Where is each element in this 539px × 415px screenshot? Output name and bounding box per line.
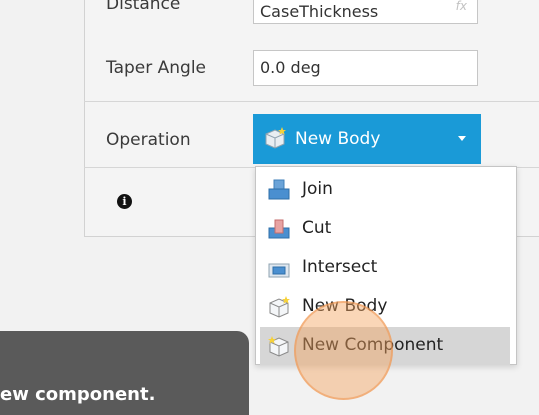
operation-dropdown[interactable]: New Body bbox=[253, 114, 481, 164]
join-icon bbox=[267, 178, 291, 207]
distance-field[interactable]: CaseThickness fx bbox=[253, 0, 478, 24]
operation-selected: New Body bbox=[295, 129, 381, 149]
divider bbox=[84, 101, 539, 102]
menu-item-label: New Component bbox=[302, 335, 444, 355]
menu-item-cut[interactable]: Cut bbox=[260, 210, 510, 248]
distance-value: CaseThickness bbox=[260, 2, 379, 21]
menu-item-label: Intersect bbox=[302, 257, 378, 277]
new-body-icon bbox=[263, 126, 287, 155]
taper-angle-value: 0.0 deg bbox=[260, 58, 321, 77]
distance-label: Distance bbox=[106, 0, 181, 14]
new-component-icon bbox=[267, 334, 291, 363]
new-body-icon bbox=[267, 295, 291, 324]
info-icon[interactable]: i bbox=[117, 194, 132, 209]
operation-label: Operation bbox=[106, 130, 191, 150]
fx-button[interactable]: fx bbox=[456, 0, 467, 13]
menu-item-intersect[interactable]: Intersect bbox=[260, 249, 510, 287]
cut-icon bbox=[267, 217, 291, 246]
taper-angle-label: Taper Angle bbox=[106, 58, 207, 78]
chevron-down-icon bbox=[458, 136, 466, 141]
menu-item-new-body[interactable]: New Body bbox=[260, 288, 510, 326]
menu-item-label: New Body bbox=[302, 296, 388, 316]
menu-item-new-component[interactable]: New Component bbox=[260, 327, 510, 365]
tooltip: ew component. bbox=[0, 331, 249, 415]
taper-angle-field[interactable]: 0.0 deg bbox=[253, 50, 478, 86]
operation-menu: Join Cut Intersect New Body New Componen… bbox=[255, 166, 517, 365]
menu-item-join[interactable]: Join bbox=[260, 171, 510, 209]
menu-item-label: Join bbox=[302, 179, 333, 199]
tooltip-text: ew component. bbox=[0, 384, 156, 405]
intersect-icon bbox=[267, 256, 291, 285]
menu-item-label: Cut bbox=[302, 218, 332, 238]
